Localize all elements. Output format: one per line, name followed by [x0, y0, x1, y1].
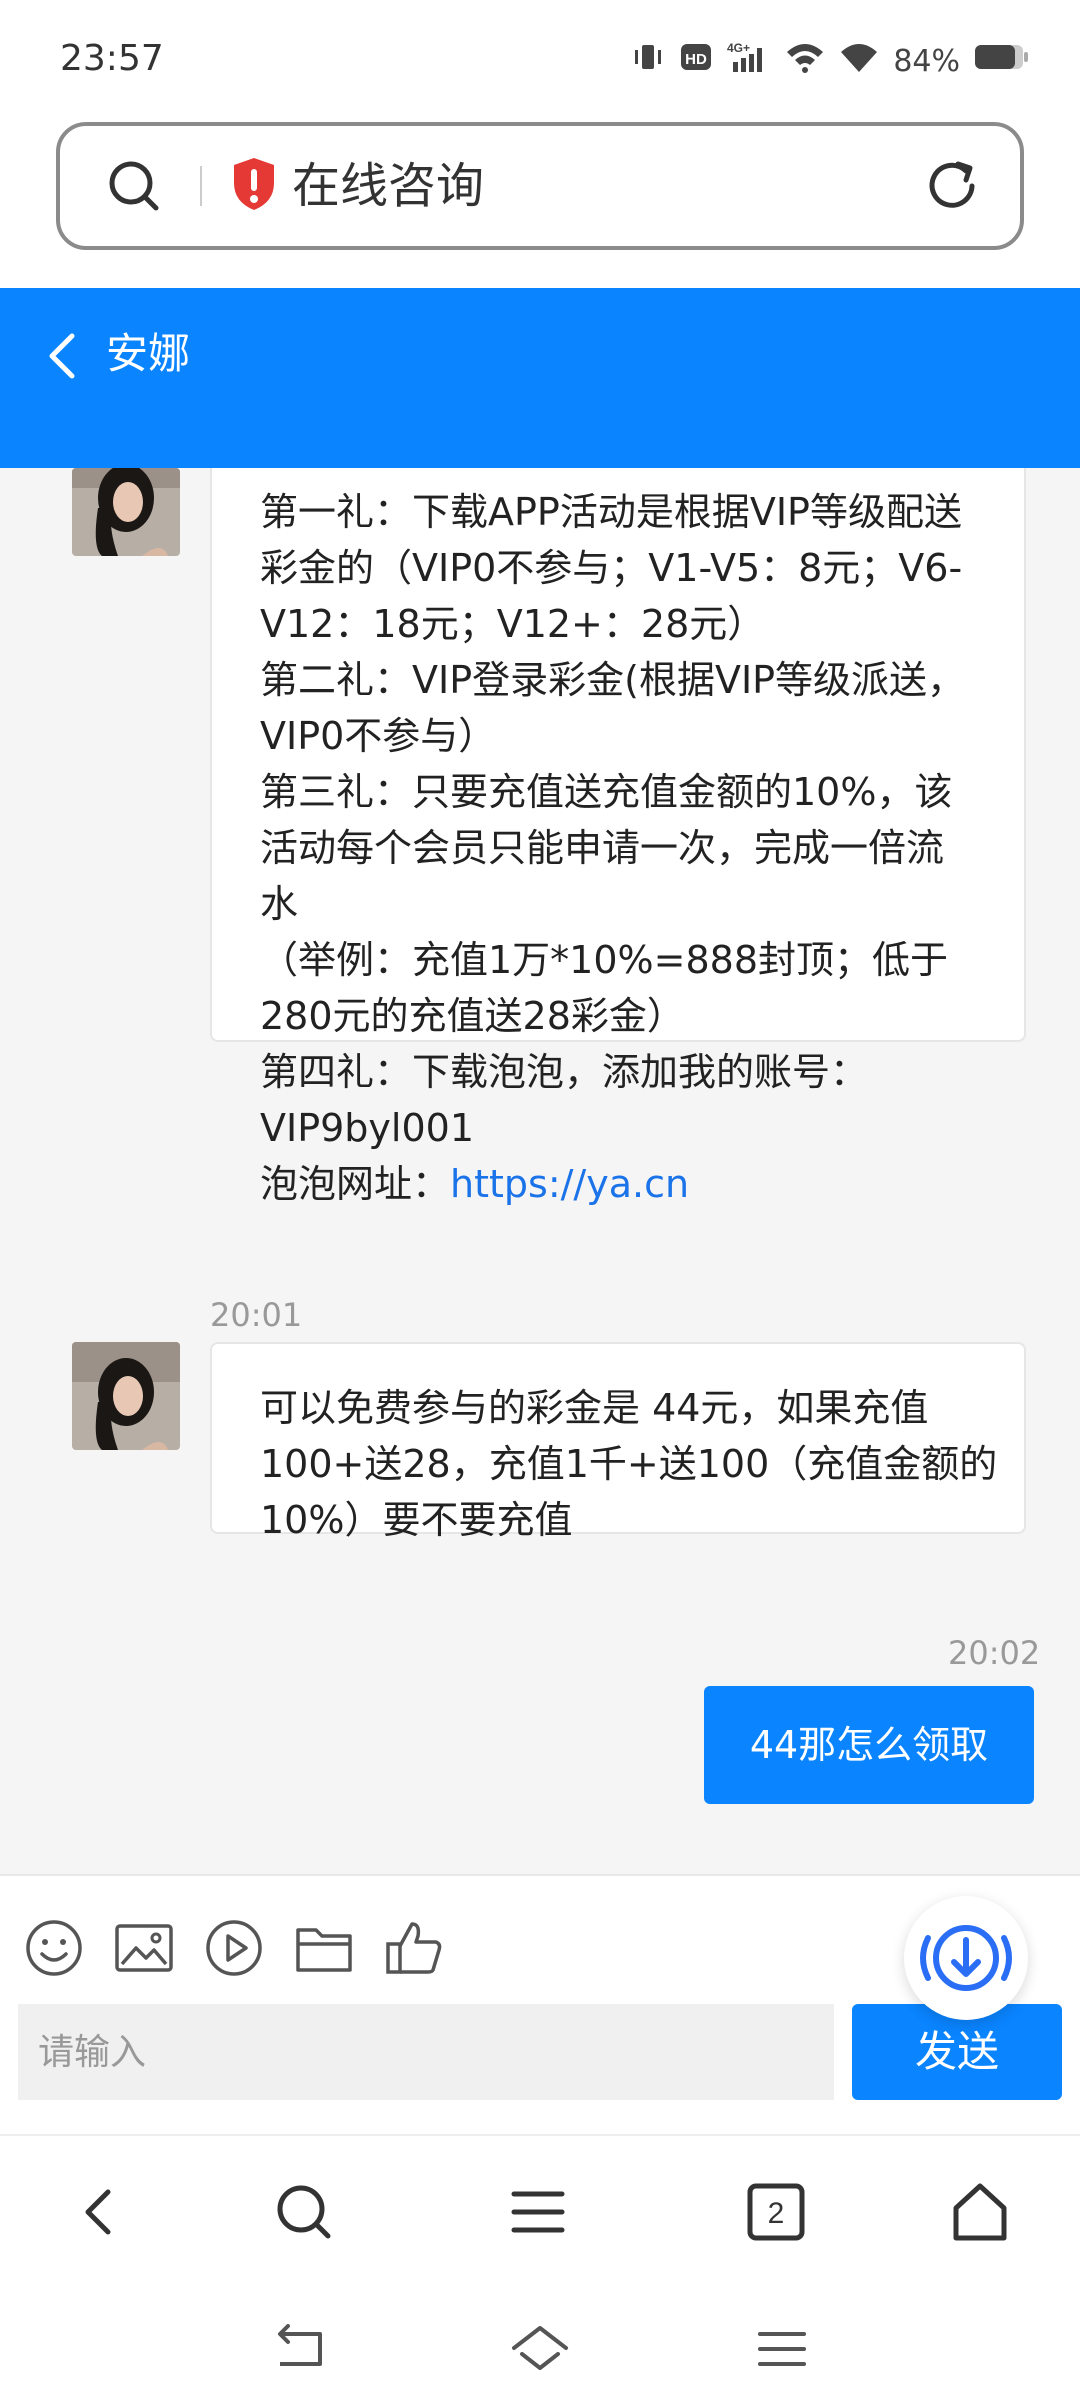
- message-text-line: 第四礼：下载泡泡，添加我的账号：: [260, 1050, 869, 1094]
- battery-icon: [974, 42, 1030, 80]
- download-fab[interactable]: [904, 1896, 1028, 2020]
- hd-icon: HD: [679, 40, 713, 82]
- message-timestamp: 20:02: [948, 1634, 1041, 1672]
- agent-name: 安娜: [106, 329, 191, 378]
- system-home-icon[interactable]: [510, 2324, 570, 2374]
- message-text-line: V12：18元；V12+：28元）: [260, 602, 766, 646]
- page-title[interactable]: 在线咨询: [292, 154, 484, 218]
- message-text-line: VIP0不参与）: [260, 714, 497, 758]
- message-text-line: 100+送28，充值1千+送100（充值金额的: [260, 1442, 998, 1486]
- reload-icon[interactable]: [922, 156, 982, 216]
- message-bubble: 可以免费参与的彩金是 44元，如果充值 100+送28，充值1千+送100（充值…: [210, 1342, 1026, 1542]
- shield-warning-icon[interactable]: [230, 156, 278, 212]
- message-text-line: 可以免费参与的彩金是 44元，如果充值: [260, 1386, 929, 1430]
- search-icon[interactable]: [272, 2180, 336, 2244]
- home-icon[interactable]: [948, 2180, 1012, 2244]
- message-bubble: 第一礼：下载APP活动是根据VIP等级配送 彩金的（VIP0不参与；V1-V5：…: [210, 468, 1026, 1206]
- address-divider: [200, 166, 202, 206]
- url-label: 泡泡网址：: [260, 1162, 451, 1206]
- message-text-line: 活动每个会员只能申请一次，完成一倍流: [260, 826, 945, 870]
- wifi-icon-2: [839, 40, 879, 82]
- tabs-icon[interactable]: 2: [744, 2180, 808, 2244]
- address-bar[interactable]: 在线咨询: [56, 122, 1024, 250]
- svg-text:2: 2: [768, 2197, 785, 2230]
- my-message-bubble: 44那怎么领取: [704, 1686, 1034, 1804]
- message-text-line: 第一礼：下载APP活动是根据VIP等级配送: [260, 490, 962, 534]
- image-icon[interactable]: [114, 1918, 174, 1978]
- message-text-line: 第三礼：只要充值送充值金额的10%，该: [260, 770, 953, 814]
- message-text-line: （举例：充值1万*10%=888封顶；低于: [260, 938, 949, 982]
- signal-icon: 4G+: [727, 40, 771, 82]
- video-play-icon[interactable]: [204, 1918, 264, 1978]
- status-icons: HD 4G+ 84%: [631, 40, 1030, 82]
- thumbs-up-icon[interactable]: [384, 1918, 444, 1978]
- message-text-line: 水: [260, 882, 299, 926]
- message-text-line: 彩金的（VIP0不参与；V1-V5：8元；V6-: [260, 546, 963, 590]
- message-text-line: 280元的充值送28彩金）: [260, 994, 685, 1038]
- svg-text:4G+: 4G+: [727, 41, 750, 55]
- svg-text:HD: HD: [685, 51, 707, 68]
- message-url-line: 泡泡网址：https://ya.cn: [260, 1156, 1024, 1212]
- menu-icon[interactable]: [506, 2180, 570, 2244]
- url-link[interactable]: https://ya.cn: [450, 1162, 689, 1206]
- system-navigation: [0, 2284, 1080, 2408]
- system-back-icon[interactable]: [270, 2324, 330, 2374]
- wifi-icon: [785, 40, 825, 82]
- message-text-line: 第二礼：VIP登录彩金(根据VIP等级派送，: [260, 658, 966, 702]
- message-timestamp-partial: ··: [210, 1864, 230, 1874]
- vibrate-icon: [631, 40, 665, 82]
- status-time: 23:57: [60, 38, 164, 79]
- message-text-line: 10%）要不要充值: [260, 1498, 573, 1542]
- browser-toolbar: 2: [0, 2134, 1080, 2284]
- search-icon[interactable]: [106, 158, 162, 214]
- folder-icon[interactable]: [294, 1918, 354, 1978]
- chat-header: 安娜: [0, 288, 1080, 468]
- status-bar: 23:57 HD 4G+ 84%: [0, 0, 1080, 120]
- back-icon[interactable]: [68, 2180, 132, 2244]
- battery-percent: 84%: [893, 43, 960, 79]
- system-recents-icon[interactable]: [752, 2324, 812, 2374]
- message-timestamp: 20:01: [210, 1296, 303, 1334]
- chat-messages[interactable]: 第一礼：下载APP活动是根据VIP等级配送 彩金的（VIP0不参与；V1-V5：…: [0, 468, 1080, 1874]
- agent-avatar: [72, 1342, 180, 1450]
- message-text-line: VIP9byl001: [260, 1106, 474, 1150]
- emoji-icon[interactable]: [24, 1918, 84, 1978]
- message-input[interactable]: [18, 2004, 834, 2100]
- back-arrow-icon[interactable]: [44, 328, 80, 384]
- agent-avatar: [72, 468, 180, 556]
